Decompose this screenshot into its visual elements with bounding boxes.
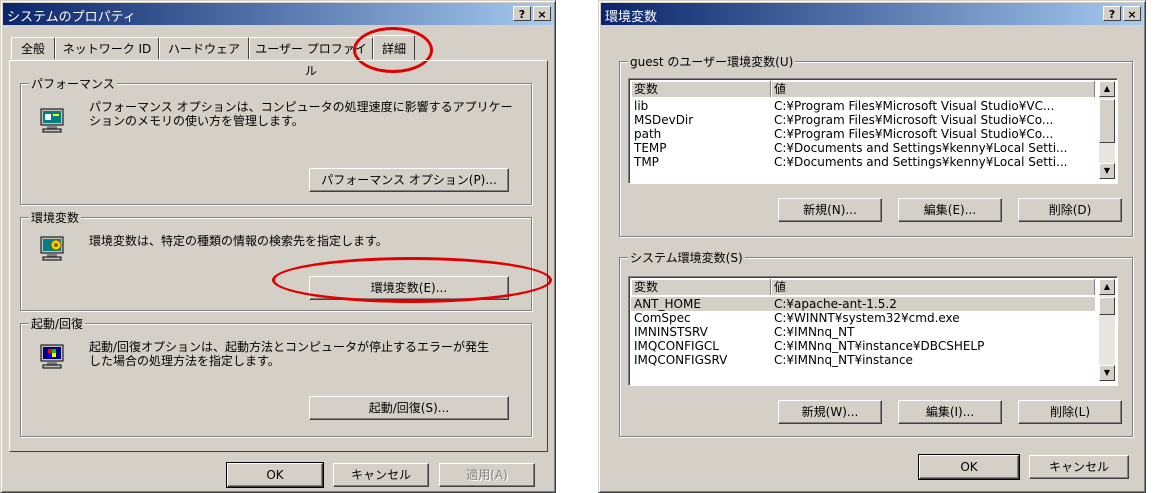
list-item[interactable]: TEMP C:¥Documents and Settings¥kenny¥Loca… (631, 141, 1095, 155)
user-list-scrollbar[interactable]: ▲ ▼ (1099, 81, 1115, 179)
variable-name: ComSpec (634, 311, 691, 325)
variable-name: IMNINSTSRV (634, 325, 708, 339)
variable-name: IMQCONFIGSRV (634, 353, 728, 367)
scroll-thumb[interactable] (1099, 99, 1115, 143)
ok-button[interactable]: OK (226, 462, 324, 488)
user-variables-group: guest のユーザー環境変数(U) 変数 値 lib C:¥Program Fi… (619, 53, 1133, 237)
scroll-thumb[interactable] (1099, 297, 1115, 315)
environment-group-label: 環境変数 (29, 209, 82, 226)
variable-name: lib (634, 99, 649, 113)
startup-description-line1: 起動/回復オプションは、起動方法とコンピュータが停止するエラーが発生 (89, 340, 490, 354)
list-item[interactable]: ComSpec C:¥WINNT¥system32¥cmd.exe (631, 311, 1095, 325)
variable-name: MSDevDir (634, 113, 694, 127)
startup-description-line2: した場合の処理方法を指定します。 (89, 354, 280, 368)
user-delete-button[interactable]: 削除(D) (1018, 198, 1122, 222)
list-item[interactable]: lib C:¥Program Files¥Microsoft Visual Stu… (631, 99, 1095, 113)
tab-general[interactable]: 全般 (11, 37, 55, 59)
close-button[interactable]: × (1123, 6, 1141, 21)
column-header-variable[interactable]: 変数 (631, 81, 771, 97)
system-group-label: システム環境変数(S) (628, 249, 745, 266)
performance-group-label: パフォーマンス (29, 75, 117, 92)
performance-options-button[interactable]: パフォーマンス オプション(P)... (309, 168, 509, 192)
scroll-down-arrow-icon[interactable]: ▼ (1099, 163, 1115, 179)
startup-recovery-group: 起動/回復 起動/回復オプションは、起動方法とコンピュータが停止するエラーが発生… (20, 315, 532, 437)
system-variables-list[interactable]: 変数 値 ANT_HOME C:¥apache-ant-1.5.2 ComSpec C… (628, 276, 1118, 386)
variable-value: C:¥Program Files¥Microsoft Visual Studio… (774, 113, 1054, 127)
scroll-down-arrow-icon[interactable]: ▼ (1099, 365, 1115, 381)
tab-hardware[interactable]: ハードウェア (159, 37, 249, 59)
apply-button[interactable]: 適用(A) (439, 463, 535, 487)
advanced-tab-panel: パフォーマンス パフォーマンス オプションは、コンピュータの処理速度に影響するア… (9, 60, 552, 452)
variable-value: C:¥Documents and Settings¥kenny¥Local Se… (774, 155, 1068, 169)
highlight-circle-env-button (272, 257, 552, 303)
system-edit-button[interactable]: 編集(I)... (898, 400, 1002, 424)
list-item[interactable]: IMQCONFIGSRV C:¥IMNnq_NT¥instance (631, 353, 1095, 367)
performance-description-line1: パフォーマンス オプションは、コンピュータの処理速度に影響するアプリケー (89, 100, 513, 114)
cancel-button[interactable]: キャンセル (1029, 455, 1129, 479)
startup-recovery-button[interactable]: 起動/回復(S)... (309, 396, 509, 420)
variable-value: C:¥IMNnq_NT (774, 325, 855, 339)
system-new-button[interactable]: 新規(W)... (778, 400, 882, 424)
performance-description-line2: ションのメモリの使い方を管理します。 (89, 114, 304, 128)
window-title: システムのプロパティ (7, 10, 136, 25)
list-item[interactable]: TMP C:¥Documents and Settings¥kenny¥Local… (631, 155, 1095, 169)
performance-group: パフォーマンス パフォーマンス オプションは、コンピュータの処理速度に影響するア… (20, 75, 532, 205)
list-item[interactable]: IMNINSTSRV C:¥IMNnq_NT (631, 325, 1095, 339)
column-header-value[interactable]: 値 (771, 279, 1095, 295)
user-list-header: 変数 値 (631, 81, 1095, 97)
environment-variables-icon (40, 236, 64, 261)
system-variables-group: システム環境変数(S) 変数 値 ANT_HOME C:¥apache-ant-1… (619, 249, 1133, 437)
variable-name: path (634, 127, 662, 141)
close-button[interactable]: × (533, 6, 551, 21)
variable-name: TMP (634, 155, 659, 169)
variable-name: IMQCONFIGCL (634, 339, 719, 353)
user-variables-list[interactable]: 変数 値 lib C:¥Program Files¥Microsoft Visua… (628, 78, 1118, 184)
scroll-up-arrow-icon[interactable]: ▲ (1099, 81, 1115, 97)
startup-group-label: 起動/回復 (29, 315, 86, 332)
tab-network-id[interactable]: ネットワーク ID (55, 37, 159, 59)
variable-value: C:¥IMNnq_NT¥instance (774, 353, 913, 367)
system-delete-button[interactable]: 削除(L) (1018, 400, 1122, 424)
system-list-scrollbar[interactable]: ▲ ▼ (1099, 279, 1115, 381)
list-item[interactable]: path C:¥Program Files¥Microsoft Visual St… (631, 127, 1095, 141)
user-group-label: guest のユーザー環境変数(U) (628, 53, 796, 70)
column-header-value[interactable]: 値 (771, 81, 1095, 97)
variable-value: C:¥Documents and Settings¥kenny¥Local Se… (774, 141, 1068, 155)
tab-strip: 全般 ネットワーク ID ハードウェア ユーザー プロファイル 詳細 (9, 35, 549, 78)
title-bar[interactable]: システムのプロパティ ? × (3, 3, 553, 25)
variable-name: TEMP (634, 141, 667, 155)
system-list-header: 変数 値 (631, 279, 1095, 295)
environment-variables-window: 環境変数 ? × guest のユーザー環境変数(U) 変数 値 lib C:¥P… (598, 0, 1146, 493)
variable-value: C:¥Program Files¥Microsoft Visual Studio… (774, 127, 1054, 141)
user-edit-button[interactable]: 編集(E)... (898, 198, 1002, 222)
performance-monitor-icon (40, 108, 64, 133)
title-bar[interactable]: 環境変数 ? × (601, 3, 1143, 25)
help-button[interactable]: ? (1103, 6, 1121, 21)
variable-name: ANT_HOME (634, 297, 701, 311)
cancel-button[interactable]: キャンセル (333, 463, 429, 487)
variable-value: C:¥WINNT¥system32¥cmd.exe (774, 311, 960, 325)
variable-value: C:¥apache-ant-1.5.2 (774, 297, 897, 311)
list-item[interactable]: MSDevDir C:¥Program Files¥Microsoft Visua… (631, 113, 1095, 127)
scroll-up-arrow-icon[interactable]: ▲ (1099, 279, 1115, 295)
startup-recovery-icon (40, 344, 64, 369)
column-header-variable[interactable]: 変数 (631, 279, 771, 295)
environment-description: 環境変数は、特定の種類の情報の検索先を指定します。 (89, 234, 388, 248)
user-new-button[interactable]: 新規(N)... (778, 198, 882, 222)
help-button[interactable]: ? (513, 6, 531, 21)
variable-value: C:¥Program Files¥Microsoft Visual Studio… (774, 99, 1055, 113)
system-properties-window: システムのプロパティ ? × 全般 ネットワーク ID ハードウェア ユーザー … (0, 0, 556, 493)
list-item[interactable]: IMQCONFIGCL C:¥IMNnq_NT¥instance¥DBCSHELP (631, 339, 1095, 353)
variable-value: C:¥IMNnq_NT¥instance¥DBCSHELP (774, 339, 985, 353)
list-item[interactable]: ANT_HOME C:¥apache-ant-1.5.2 (631, 297, 1095, 311)
window-title: 環境変数 (605, 10, 658, 25)
ok-button[interactable]: OK (918, 454, 1020, 480)
